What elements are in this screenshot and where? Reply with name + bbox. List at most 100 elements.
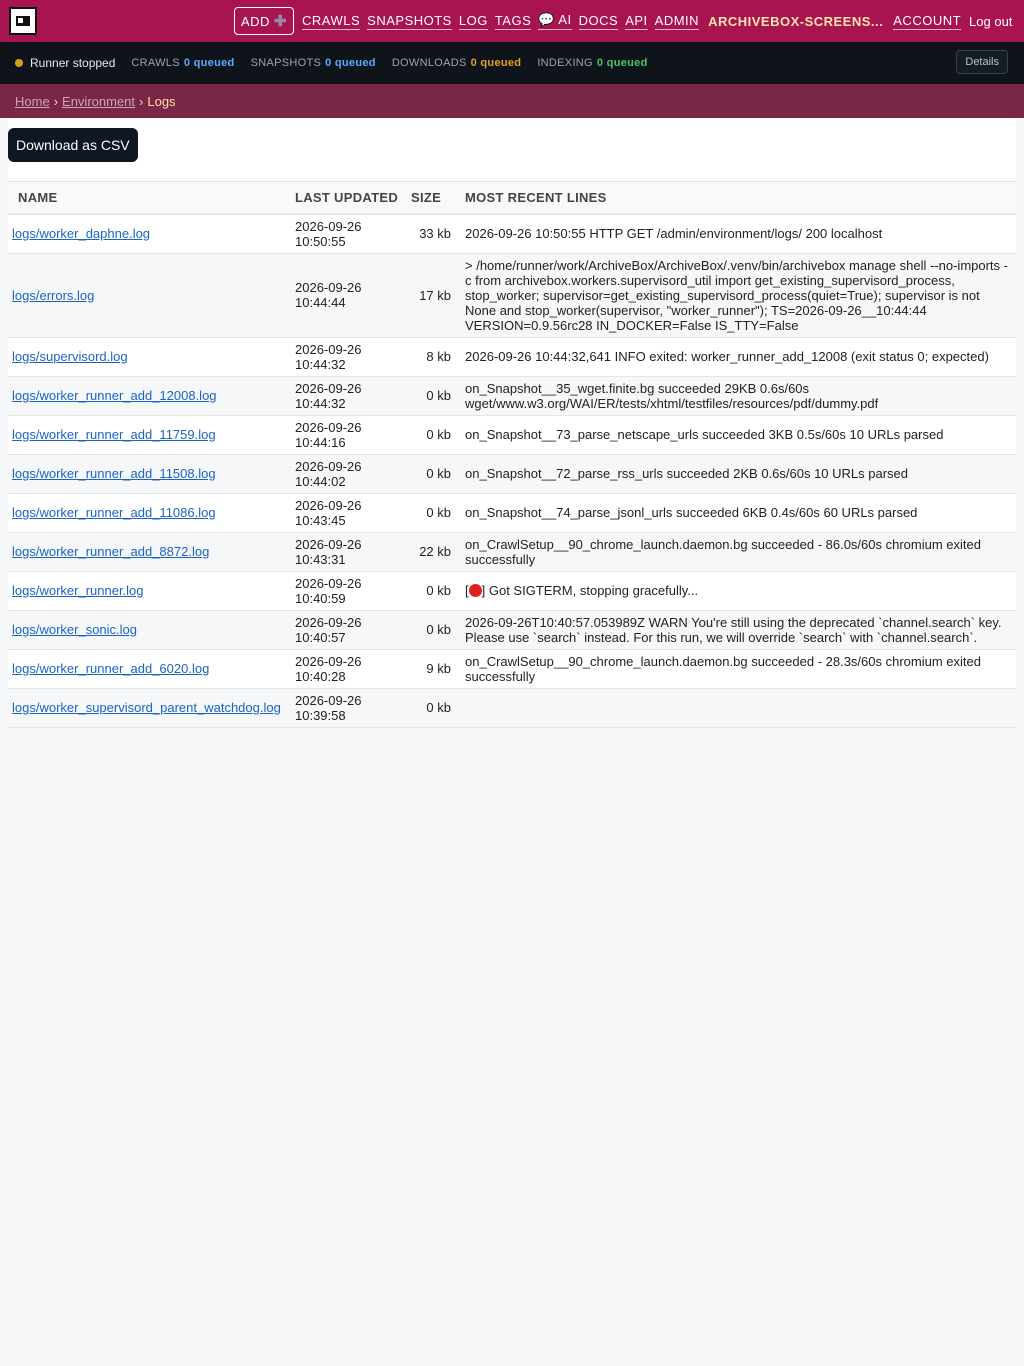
- log-recent-lines: on_Snapshot__72_parse_rss_urls succeeded…: [461, 454, 1016, 494]
- log-name-cell: logs/worker_sonic.log: [8, 610, 291, 650]
- downloads-label: DOWNLOADS: [391, 57, 467, 69]
- nav-snapshots[interactable]: SNAPSHOTS: [367, 13, 452, 30]
- log-file-link[interactable]: logs/worker_runner_add_11508.log: [12, 466, 216, 481]
- log-date: 2026-09-26: [295, 458, 362, 474]
- log-time: 10:44:44: [295, 295, 346, 310]
- log-last-updated: 2026-09-26 10:44:02: [291, 454, 407, 494]
- log-file-link[interactable]: logs/worker_runner_add_11759.log: [12, 427, 216, 442]
- log-size: 8 kb: [407, 337, 461, 377]
- log-last-updated: 2026-09-26 10:50:55: [291, 213, 407, 254]
- details-button[interactable]: Details: [956, 50, 1008, 74]
- table-row: logs/worker_runner_add_11759.log 2026-09-…: [8, 415, 1016, 455]
- downloads-status: DOWNLOADS 0 queued: [392, 57, 522, 69]
- table-row: logs/worker_runner.log 2026-09-26 10:40:59…: [8, 571, 1016, 611]
- column-header-recent-lines[interactable]: MOST RECENT LINES: [461, 181, 1016, 215]
- log-file-link[interactable]: logs/worker_sonic.log: [12, 622, 137, 637]
- log-time: 10:43:45: [295, 512, 346, 528]
- log-size: 0 kb: [407, 610, 461, 650]
- log-recent-lines: 2026-09-26T10:40:57.053989Z WARN You're …: [461, 610, 1016, 650]
- log-date: 2026-09-26: [295, 280, 362, 295]
- breadcrumb-separator: ›: [53, 93, 59, 109]
- log-size: 0 kb: [407, 493, 461, 533]
- table-header-row: NAME LAST UPDATED SIZE MOST RECENT LINES: [8, 181, 1016, 215]
- log-name-cell: logs/worker_runner.log: [8, 571, 291, 611]
- column-header-last-updated[interactable]: LAST UPDATED: [291, 181, 407, 215]
- log-name-cell: logs/worker_runner_add_8872.log: [8, 532, 291, 572]
- archivebox-logo-icon[interactable]: [9, 7, 37, 35]
- log-file-link[interactable]: logs/worker_runner.log: [12, 583, 144, 598]
- log-name-cell: logs/errors.log: [8, 253, 291, 338]
- top-header: ADD ✚ CRAWLS SNAPSHOTS LOG TAGS 💬 AI DOC…: [0, 0, 1024, 42]
- logs-panel: Download as CSV NAME LAST UPDATED SIZE M…: [8, 118, 1016, 728]
- nav-api[interactable]: API: [625, 13, 648, 30]
- add-button[interactable]: ADD ✚: [234, 7, 295, 35]
- log-file-link[interactable]: logs/worker_runner_add_6020.log: [12, 661, 209, 676]
- nav-account[interactable]: ACCOUNT: [893, 13, 962, 30]
- log-time: 10:44:16: [295, 434, 346, 450]
- log-size: 0 kb: [407, 376, 461, 416]
- table-row: logs/worker_runner_add_11508.log 2026-09-…: [8, 454, 1016, 494]
- log-last-updated: 2026-09-26 10:43:45: [291, 493, 407, 533]
- log-last-updated: 2026-09-26 10:40:28: [291, 649, 407, 689]
- log-date: 2026-09-26: [295, 614, 362, 630]
- column-header-name[interactable]: NAME: [8, 181, 291, 215]
- log-date: 2026-09-26: [295, 536, 362, 552]
- logout-link[interactable]: Log out: [969, 14, 1012, 29]
- log-file-link[interactable]: logs/supervisord.log: [12, 349, 128, 364]
- log-last-updated: 2026-09-26 10:44:44: [291, 253, 407, 338]
- column-header-size[interactable]: SIZE: [407, 181, 461, 215]
- log-date: 2026-09-26: [295, 653, 362, 669]
- log-file-link[interactable]: logs/worker_runner_add_11086.log: [12, 505, 216, 520]
- log-last-updated: 2026-09-26 10:44:16: [291, 415, 407, 455]
- log-date: 2026-09-26: [295, 380, 362, 396]
- crawls-queued: 0 queued: [183, 57, 235, 69]
- download-csv-button[interactable]: Download as CSV: [8, 128, 138, 162]
- log-date: 2026-09-26: [295, 692, 362, 708]
- breadcrumb-current: Logs: [147, 93, 176, 109]
- nav-tags[interactable]: TAGS: [494, 13, 532, 30]
- log-time: 10:50:55: [295, 233, 346, 249]
- log-file-link[interactable]: logs/worker_supervisord_parent_watchdog.…: [12, 700, 281, 715]
- log-recent-lines: on_Snapshot__35_wget.finite.bg succeeded…: [461, 376, 1016, 416]
- log-time: 10:40:57: [295, 629, 346, 645]
- log-name-cell: logs/worker_daphne.log: [8, 213, 291, 254]
- nav-log[interactable]: LOG: [458, 13, 488, 30]
- log-time: 10:40:59: [295, 590, 346, 606]
- log-last-updated: 2026-09-26 10:39:58: [291, 688, 407, 728]
- log-recent-lines: [] Got SIGTERM, stopping gracefully...: [461, 571, 1016, 611]
- indexing-status: INDEXING 0 queued: [537, 57, 647, 69]
- indexing-queued: 0 queued: [596, 57, 648, 69]
- log-name-cell: logs/worker_supervisord_parent_watchdog.…: [8, 688, 291, 728]
- plus-icon: ✚: [273, 13, 288, 30]
- log-recent-lines: on_Snapshot__73_parse_netscape_urls succ…: [461, 415, 1016, 455]
- logs-table: NAME LAST UPDATED SIZE MOST RECENT LINES…: [8, 181, 1016, 728]
- log-size: 0 kb: [407, 454, 461, 494]
- log-file-link[interactable]: logs/worker_daphne.log: [12, 226, 150, 241]
- table-row: logs/worker_sonic.log 2026-09-26 10:40:57 0…: [8, 610, 1016, 650]
- log-name-cell: logs/worker_runner_add_11508.log: [8, 454, 291, 494]
- breadcrumb-home[interactable]: Home: [15, 94, 50, 109]
- table-row: logs/worker_daphne.log 2026-09-26 10:50:55…: [8, 213, 1016, 254]
- nav-crawls[interactable]: CRAWLS: [302, 13, 361, 30]
- log-last-updated: 2026-09-26 10:44:32: [291, 337, 407, 377]
- breadcrumb: Home › Environment › Logs: [0, 84, 1024, 118]
- nav-admin[interactable]: ADMIN: [654, 13, 700, 30]
- nav-ai[interactable]: 💬 AI: [538, 12, 572, 30]
- log-size: 9 kb: [407, 649, 461, 689]
- log-file-link[interactable]: logs/errors.log: [12, 288, 94, 303]
- log-time: 10:44:32: [295, 356, 346, 372]
- log-time: 10:39:58: [295, 707, 346, 723]
- log-last-updated: 2026-09-26 10:40:57: [291, 610, 407, 650]
- table-row: logs/worker_runner_add_11086.log 2026-09-…: [8, 493, 1016, 533]
- log-date: 2026-09-26: [295, 218, 362, 234]
- nav-docs[interactable]: DOCS: [578, 13, 619, 30]
- user-name[interactable]: ARCHIVEBOX-SCREENS...: [708, 14, 883, 29]
- log-file-link[interactable]: logs/worker_runner_add_12008.log: [12, 388, 217, 403]
- log-name-cell: logs/worker_runner_add_6020.log: [8, 649, 291, 689]
- log-time: 10:44:32: [295, 395, 346, 411]
- log-size: 22 kb: [407, 532, 461, 572]
- log-file-link[interactable]: logs/worker_runner_add_8872.log: [12, 544, 209, 559]
- breadcrumb-environment[interactable]: Environment: [62, 94, 135, 109]
- log-date: 2026-09-26: [295, 419, 362, 435]
- downloads-queued: 0 queued: [470, 57, 522, 69]
